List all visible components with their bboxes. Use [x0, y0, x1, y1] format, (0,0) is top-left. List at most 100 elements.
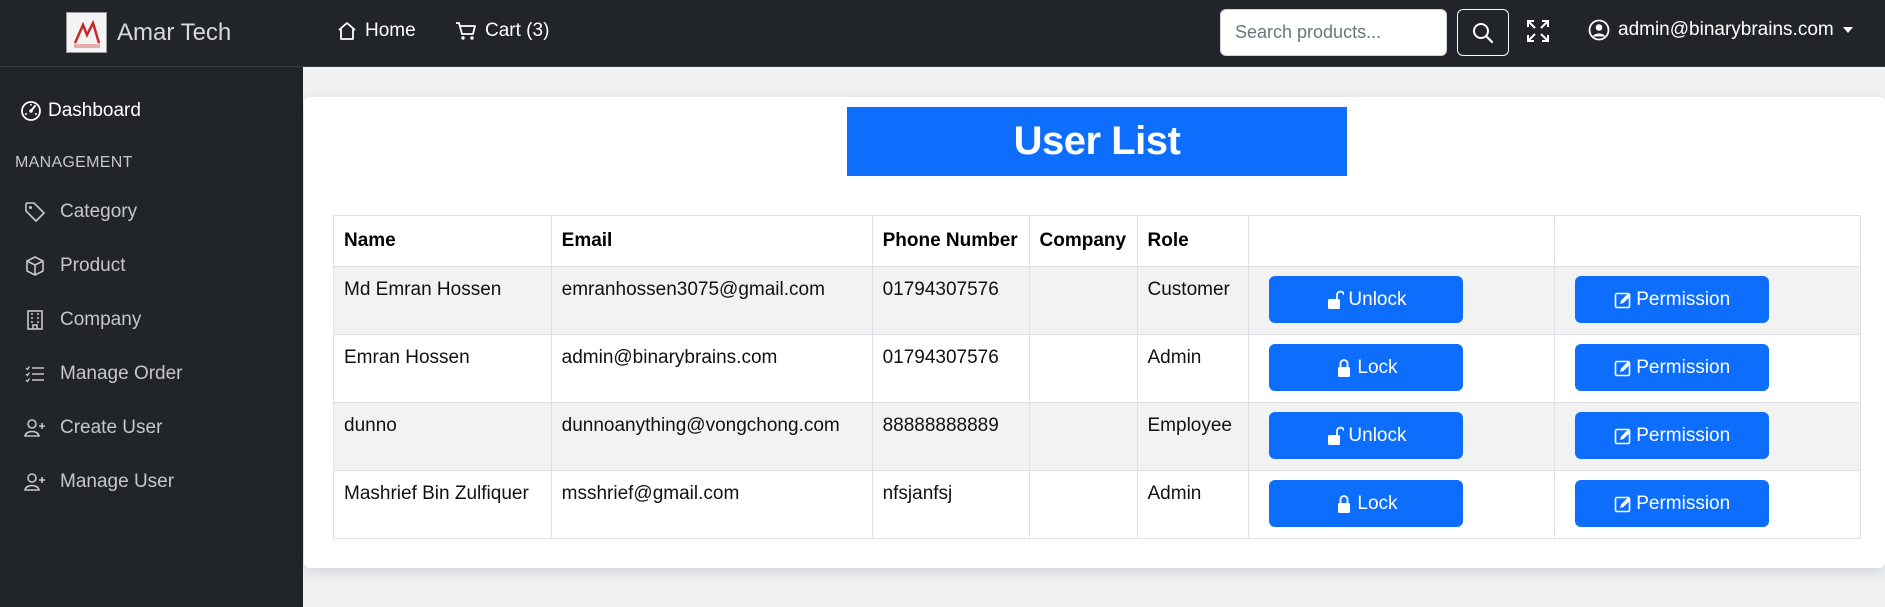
cell-role: Customer — [1136, 266, 1250, 335]
cell-role: Admin — [1136, 334, 1250, 403]
cell-lock-action: Lock — [1248, 334, 1556, 403]
sidebar-item-company[interactable]: Company — [24, 309, 141, 331]
col-header-phone: Phone Number — [871, 215, 1030, 267]
permission-button-label: Permission — [1636, 424, 1731, 446]
cell-company — [1028, 402, 1138, 471]
col-header-name: Name — [333, 215, 552, 267]
cell-name: dunno — [333, 402, 552, 471]
cell-email: msshrief@gmail.com — [550, 470, 873, 539]
permission-button[interactable]: Permission — [1575, 480, 1770, 527]
user-email: admin@binarybrains.com — [1618, 19, 1834, 40]
top-navbar: Amar Tech Home Cart (3) admin@binarybrai… — [0, 0, 1885, 67]
permission-button[interactable]: Permission — [1575, 412, 1770, 459]
permission-button[interactable]: Permission — [1575, 344, 1770, 391]
permission-button-label: Permission — [1636, 356, 1731, 378]
sidebar-item-label: Product — [60, 255, 126, 276]
unlock-icon — [1328, 290, 1345, 309]
user-menu-dropdown[interactable]: admin@binarybrains.com — [1588, 19, 1854, 41]
table-row: Md Emran Hossen emranhossen3075@gmail.co… — [333, 266, 1861, 335]
home-icon — [338, 22, 356, 40]
nav-cart-label: Cart (3) — [485, 20, 550, 41]
search-button[interactable] — [1457, 9, 1509, 56]
list-icon — [25, 366, 44, 383]
sidebar-item-label: Manage User — [60, 471, 175, 492]
cart-icon — [456, 22, 476, 40]
permission-button[interactable]: Permission — [1575, 276, 1770, 323]
sidebar-item-create-user[interactable]: Create User — [24, 417, 162, 439]
cell-phone: 01794307576 — [871, 334, 1030, 403]
users-table: Name Email Phone Number Company Role Md … — [333, 215, 1861, 539]
col-header-email: Email — [550, 215, 873, 267]
table-row: Emran Hossen admin@binarybrains.com 0179… — [333, 334, 1861, 403]
fullscreen-button[interactable] — [1525, 18, 1551, 44]
brand[interactable]: Amar Tech — [66, 12, 231, 53]
box-icon — [26, 256, 44, 276]
user-plus-icon — [24, 419, 45, 437]
sidebar-item-label: Manage Order — [60, 363, 183, 384]
cell-lock-action: Unlock — [1248, 266, 1556, 335]
sidebar-item-manage-order[interactable]: Manage Order — [24, 363, 183, 385]
edit-icon — [1614, 496, 1631, 512]
cell-permission-action: Permission — [1554, 266, 1861, 335]
cell-company — [1028, 470, 1138, 539]
cell-role: Admin — [1136, 470, 1250, 539]
speedometer-icon — [21, 101, 41, 121]
cell-name: Emran Hossen — [333, 334, 552, 403]
user-plus-icon — [24, 473, 45, 491]
cell-email: dunnoanything@vongchong.com — [550, 402, 873, 471]
table-row: Mashrief Bin Zulfiquer msshrief@gmail.co… — [333, 470, 1861, 539]
cell-email: admin@binarybrains.com — [550, 334, 873, 403]
cell-lock-action: Lock — [1248, 470, 1556, 539]
lock-button-label: Lock — [1357, 492, 1398, 514]
cell-email: emranhossen3075@gmail.com — [550, 266, 873, 335]
unlock-button[interactable]: Unlock — [1269, 412, 1464, 459]
cell-permission-action: Permission — [1554, 470, 1861, 539]
edit-icon — [1614, 292, 1631, 308]
caret-down-icon — [1842, 27, 1853, 33]
permission-button-label: Permission — [1636, 492, 1731, 514]
unlock-button-label: Unlock — [1348, 424, 1407, 446]
search-input[interactable] — [1220, 9, 1447, 56]
nav-home-link[interactable]: Home — [337, 20, 416, 42]
col-header-permission-action — [1554, 215, 1861, 267]
tag-icon — [25, 202, 45, 222]
cell-name: Md Emran Hossen — [333, 266, 552, 335]
fullscreen-icon — [1527, 20, 1549, 42]
nav-home-label: Home — [365, 20, 416, 41]
table-header-row: Name Email Phone Number Company Role — [333, 215, 1861, 267]
permission-button-label: Permission — [1636, 288, 1731, 310]
page-title: User List — [847, 107, 1347, 176]
cell-permission-action: Permission — [1554, 334, 1861, 403]
sidebar-item-dashboard[interactable]: Dashboard — [20, 100, 141, 122]
cell-company — [1028, 334, 1138, 403]
search-icon — [1473, 22, 1494, 43]
col-header-company: Company — [1028, 215, 1138, 267]
sidebar-heading: MANAGEMENT — [15, 154, 133, 171]
sidebar-item-manage-user[interactable]: Manage User — [24, 471, 174, 493]
lock-button[interactable]: Lock — [1269, 344, 1464, 391]
sidebar-dashboard-label: Dashboard — [48, 100, 141, 121]
unlock-button-label: Unlock — [1348, 288, 1407, 310]
col-header-lock-action — [1248, 215, 1556, 267]
cell-permission-action: Permission — [1554, 402, 1861, 471]
cell-lock-action: Unlock — [1248, 402, 1556, 471]
sidebar-item-label: Company — [60, 309, 142, 330]
lock-icon — [1338, 358, 1351, 377]
lock-button-label: Lock — [1357, 356, 1398, 378]
sidebar-item-category[interactable]: Category — [24, 201, 137, 223]
building-icon — [27, 310, 43, 330]
lock-button[interactable]: Lock — [1269, 480, 1464, 527]
sidebar-item-product[interactable]: Product — [24, 255, 125, 277]
cell-phone: nfsjanfsj — [871, 470, 1030, 539]
nav-cart-link[interactable]: Cart (3) — [455, 20, 549, 42]
unlock-button[interactable]: Unlock — [1269, 276, 1464, 323]
table-row: dunno dunnoanything@vongchong.com 888888… — [333, 402, 1861, 471]
cell-name: Mashrief Bin Zulfiquer — [333, 470, 552, 539]
col-header-role: Role — [1136, 215, 1250, 267]
cell-phone: 88888888889 — [871, 402, 1030, 471]
sidebar-item-label: Category — [60, 201, 138, 222]
unlock-icon — [1328, 426, 1345, 445]
brand-logo — [66, 12, 107, 53]
sidebar: Dashboard MANAGEMENT Category Product Co… — [0, 67, 303, 607]
lock-icon — [1338, 494, 1351, 513]
